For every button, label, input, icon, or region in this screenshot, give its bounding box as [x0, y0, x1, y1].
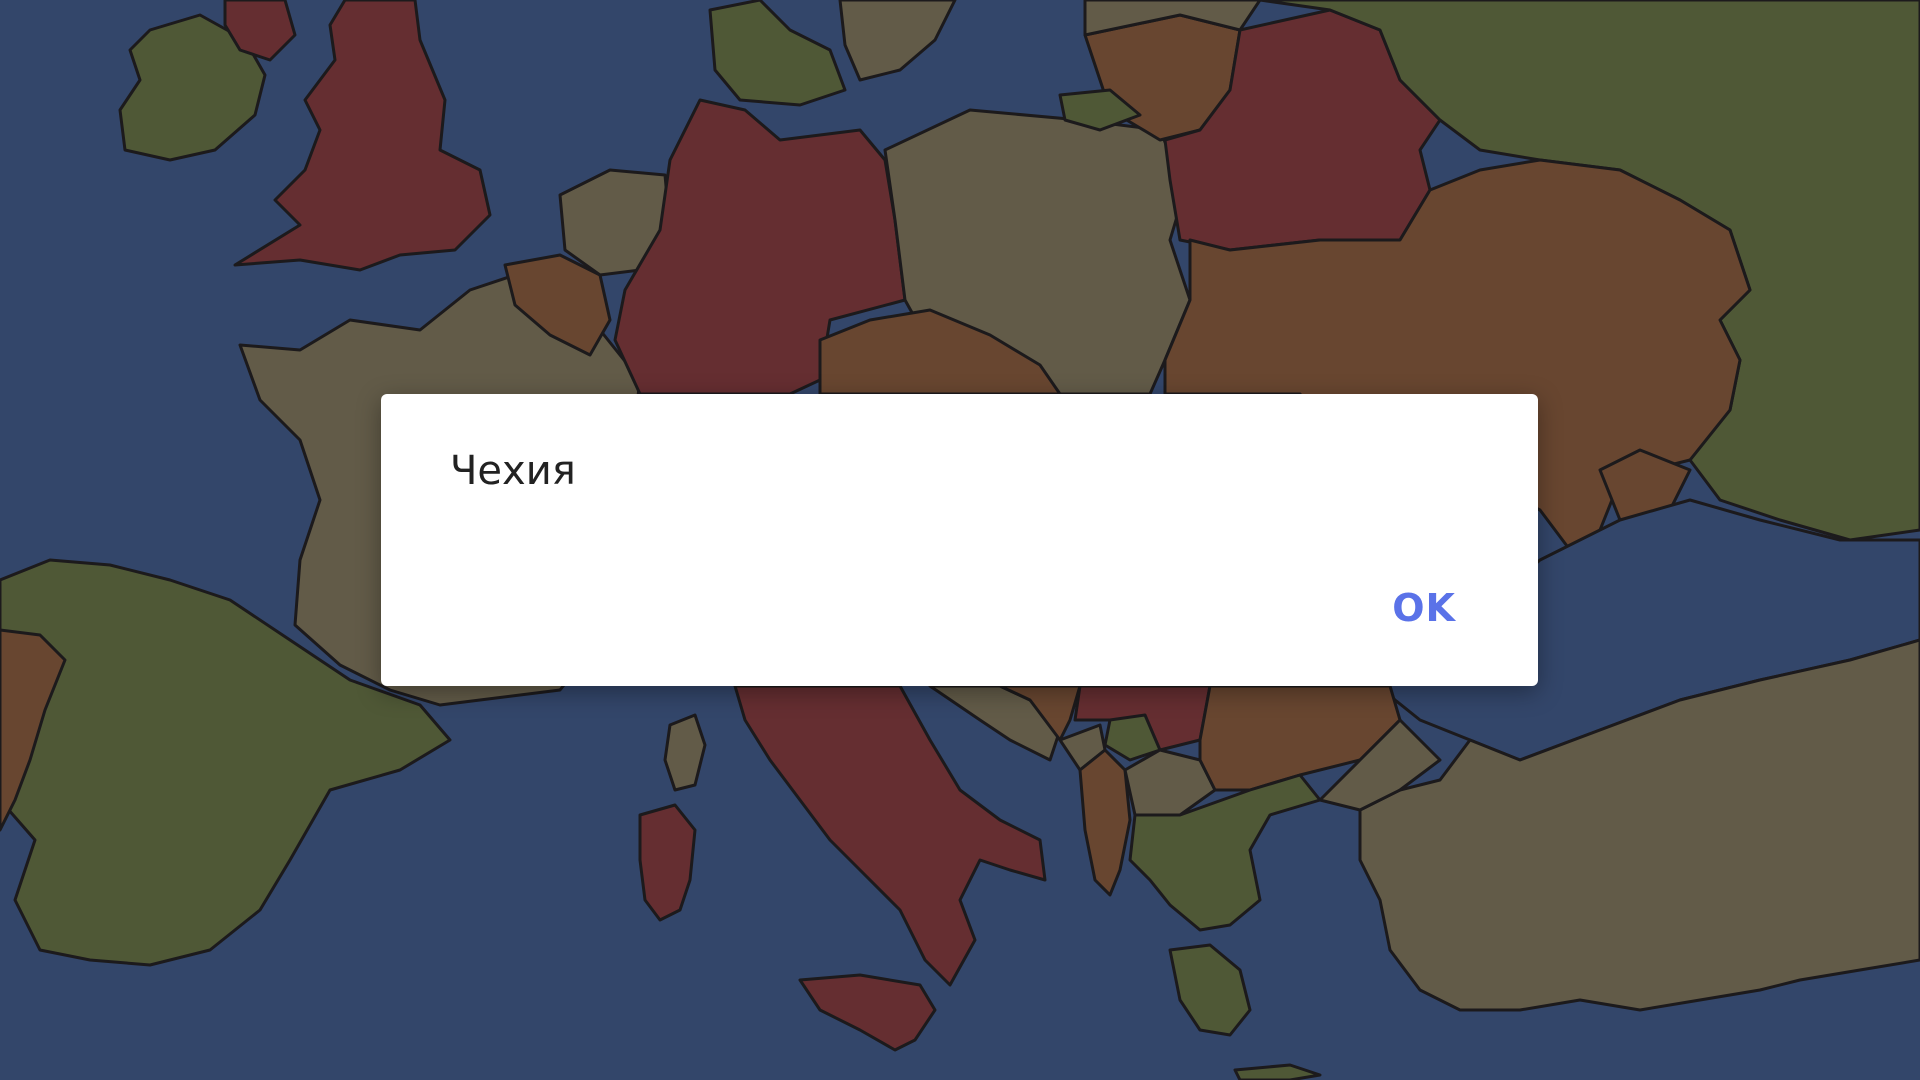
ok-button[interactable]: OK	[1386, 580, 1462, 636]
country-name-dialog: Чехия OK	[381, 394, 1538, 686]
dialog-message: Чехия	[450, 448, 576, 494]
